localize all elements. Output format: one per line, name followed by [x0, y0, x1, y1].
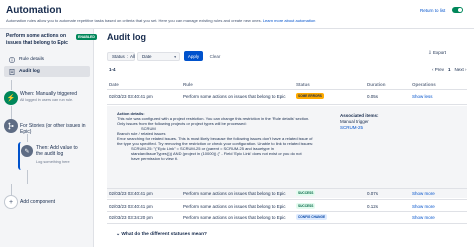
row-date: 02/03/23 03:34:20 pm: [109, 215, 153, 220]
learn-more-link[interactable]: Learn more about automation: [263, 18, 315, 23]
associated-items-label: Associated items:: [340, 113, 379, 118]
page-number[interactable]: 1: [448, 67, 451, 72]
row-date: 02/03/23 03:40:41 pm: [109, 204, 153, 209]
row-rule: Perform some actions on issues that belo…: [183, 215, 286, 220]
rule-enabled-toggle[interactable]: [452, 7, 463, 13]
sidebar-item-audit-log[interactable]: Audit log: [4, 66, 90, 77]
show-more-link[interactable]: Show more: [412, 191, 435, 196]
next-label: Next: [454, 67, 464, 72]
status-lozenge: SOME ERRORS: [296, 93, 324, 99]
row-status: SUCCESS: [296, 203, 316, 209]
faq-label: What do the different statuses mean?: [121, 232, 207, 237]
column-duration: Duration: [367, 82, 386, 87]
row-divider: [107, 188, 467, 189]
status-lozenge: SUCCESS: [296, 203, 316, 209]
row-status: CONFIG CHANGE: [296, 214, 328, 220]
row-rule: Perform some actions on issues that belo…: [183, 191, 286, 196]
page-description: Automation rules allow you to automate r…: [6, 18, 315, 23]
row-status: SUCCESS: [296, 190, 316, 196]
column-date: Date: [109, 82, 119, 87]
filter-label: Date: [142, 54, 152, 59]
flow-trigger-sub: All logged in users can run rule.: [20, 98, 74, 102]
info-icon: [8, 56, 15, 63]
status-lozenge: CONFIG CHANGE: [296, 214, 328, 220]
branch-text: Error searching for related issues. This…: [117, 136, 314, 146]
sidebar-item-label: Rule details: [19, 57, 45, 62]
branch-icon: [4, 119, 18, 133]
statuses-faq-toggle[interactable]: ⌄ What do the different statuses mean?: [116, 232, 207, 237]
apply-button[interactable]: Apply: [184, 51, 203, 61]
row-date: 02/03/23 03:40:41 pm: [109, 94, 153, 99]
row-rule: Perform some actions on issues that belo…: [183, 94, 286, 99]
pagination: ‹ Prev 1 Next ›: [432, 67, 467, 72]
return-to-list-link[interactable]: Return to list: [420, 8, 445, 13]
status-filter[interactable]: Status: All ▾: [107, 52, 139, 61]
column-status: Status: [296, 82, 310, 87]
show-more-link[interactable]: Show more: [412, 215, 435, 220]
flow-branch-title[interactable]: For Stories (or other issues in Epic): [20, 123, 92, 135]
column-operations: Operations: [412, 82, 436, 87]
rule-name: Perform some actions on issues that belo…: [6, 33, 68, 46]
row-duration: 0.05s: [367, 94, 379, 99]
row-duration: 0.12s: [367, 204, 379, 209]
lightning-icon: ⚡: [4, 91, 18, 105]
document-icon: [8, 68, 15, 75]
plus-icon[interactable]: +: [4, 195, 18, 209]
row-divider: [107, 223, 467, 224]
add-component-link[interactable]: Add component: [20, 199, 55, 205]
page-title: Automation: [6, 5, 62, 16]
export-label: Export: [433, 50, 447, 55]
clear-button[interactable]: Clear: [206, 51, 224, 61]
action-details: Action details: This rule was configured…: [117, 111, 317, 161]
sidebar-item-rule-details[interactable]: Rule details: [4, 54, 90, 65]
audit-log-title: Audit log: [107, 32, 146, 42]
associated-trigger: Manual trigger: [340, 119, 369, 124]
chevron-down-icon: ⌄: [116, 232, 121, 237]
filter-value: All: [130, 54, 136, 59]
associated-issue-link[interactable]: SCRUM-25: [340, 125, 363, 130]
prev-button[interactable]: ‹ Prev: [432, 67, 444, 72]
row-date: 02/03/23 03:40:41 pm: [109, 191, 153, 196]
status-badge: ENABLED: [76, 34, 97, 40]
row-status: SOME ERRORS: [296, 93, 324, 99]
result-count: 1-4: [109, 67, 116, 72]
flow-action-title: Then: Add value to the audit log: [36, 145, 78, 157]
flow-connector: [11, 106, 12, 120]
flow-trigger-title: When: Manually triggered: [20, 91, 77, 97]
prev-label: Prev: [434, 67, 445, 72]
show-less-link[interactable]: Show less: [412, 94, 433, 99]
date-filter[interactable]: Date ▾: [137, 52, 180, 61]
row-divider: [107, 104, 467, 105]
flow-action-sub: Log something here: [36, 160, 70, 164]
header-divider: [107, 89, 467, 90]
row-rule: Perform some actions on issues that belo…: [183, 204, 286, 209]
export-button[interactable]: ⇩ Export: [428, 50, 446, 56]
chevron-down-icon: ▾: [174, 54, 176, 59]
export-icon: ⇩: [428, 50, 432, 55]
action-details-text: This rule was configured with a project …: [117, 116, 310, 126]
query-line: have permission to view it.: [131, 156, 178, 161]
associated-items: Associated items: Manual trigger SCRUM-2…: [340, 113, 420, 131]
description-text: Automation rules allow you to automate r…: [6, 18, 262, 23]
sidebar-item-label: Audit log: [19, 69, 40, 74]
column-rule: Rule: [183, 82, 193, 87]
next-button[interactable]: Next ›: [455, 67, 467, 72]
status-lozenge: SUCCESS: [296, 190, 316, 196]
row-divider: [107, 199, 467, 200]
row-divider: [107, 211, 467, 212]
row-duration: 0.07s: [367, 191, 379, 196]
pencil-icon: ✎: [21, 145, 33, 157]
filter-label: Status: [112, 54, 125, 59]
show-more-link[interactable]: Show more: [412, 204, 435, 209]
